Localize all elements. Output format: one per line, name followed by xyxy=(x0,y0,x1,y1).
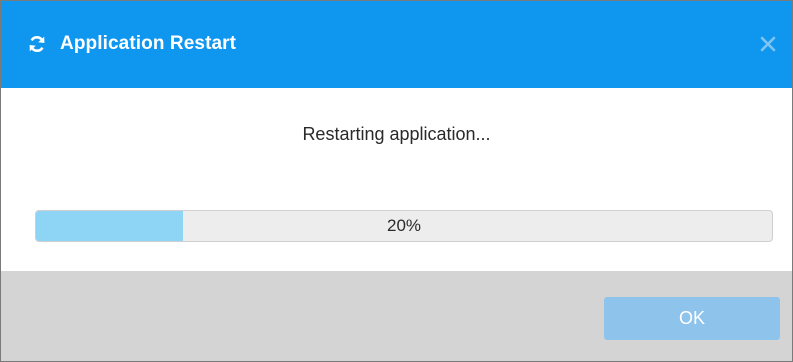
dialog-title: Application Restart xyxy=(60,33,237,54)
refresh-icon xyxy=(27,34,47,54)
dialog-body: Restarting application... 20% xyxy=(1,88,792,271)
progress-bar: 20% xyxy=(35,210,773,242)
progress-label: 20% xyxy=(386,216,422,235)
close-icon[interactable] xyxy=(756,32,780,56)
dialog-titlebar: Application Restart xyxy=(1,1,792,88)
ok-button[interactable]: OK xyxy=(604,297,780,340)
dialog-footer: OK xyxy=(1,271,792,361)
application-restart-dialog: Application Restart Restarting applicati… xyxy=(0,0,793,362)
status-message: Restarting application... xyxy=(302,124,491,144)
